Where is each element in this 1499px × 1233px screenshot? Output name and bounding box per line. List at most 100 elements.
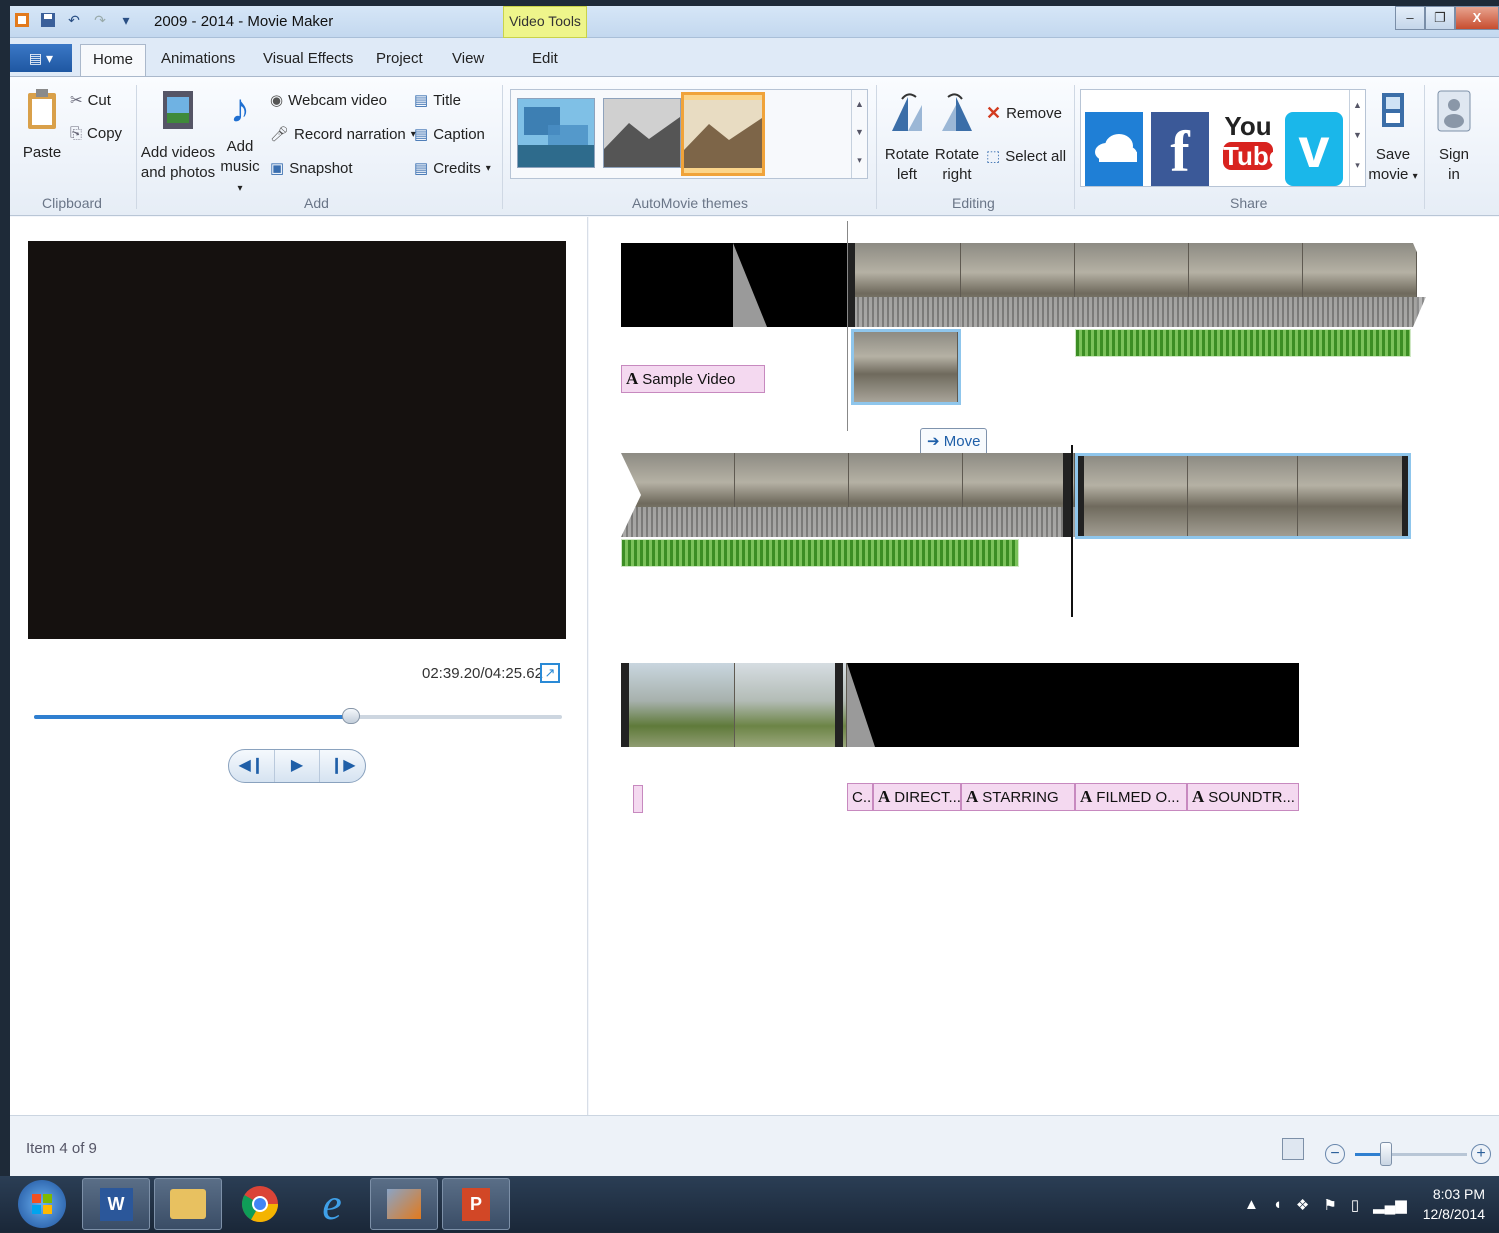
title-button[interactable]: ▤ Title bbox=[414, 91, 461, 110]
video-preview[interactable] bbox=[28, 241, 566, 639]
credits-caption-5[interactable]: A SOUNDTR... bbox=[1187, 783, 1299, 811]
taskbar-powerpoint[interactable]: P bbox=[442, 1178, 510, 1230]
seek-thumb[interactable] bbox=[341, 708, 360, 724]
drop-indicator bbox=[847, 221, 848, 431]
undo-icon[interactable]: ↶ bbox=[66, 12, 82, 28]
cut-button[interactable]: ✂ Cut bbox=[70, 91, 111, 110]
save-movie-button[interactable]: Save movie ▾ bbox=[1368, 89, 1418, 187]
taskbar-ie[interactable]: e bbox=[298, 1178, 366, 1230]
credits-icon: ▤ bbox=[414, 160, 429, 177]
onedrive-button[interactable] bbox=[1085, 112, 1143, 186]
theme-sepia[interactable] bbox=[681, 92, 765, 176]
youtube-tube-text: Tube bbox=[1223, 141, 1284, 171]
theme-black-white[interactable] bbox=[603, 98, 681, 168]
battery-icon[interactable]: ▯ bbox=[1351, 1196, 1359, 1214]
dropdown-arrow-icon: ▾ bbox=[485, 162, 491, 174]
select-all-label: Select all bbox=[1005, 147, 1067, 165]
ribbon: Paste ✂ Cut ⎘ Copy Clipboard Add videos … bbox=[10, 76, 1499, 216]
caption-marker[interactable] bbox=[633, 785, 643, 813]
caption-text: Sample Video bbox=[642, 370, 736, 388]
video-clip-3[interactable] bbox=[621, 663, 847, 747]
taskbar-movie-maker[interactable] bbox=[370, 1178, 438, 1230]
rotate-left-button[interactable]: Rotate left bbox=[884, 89, 930, 185]
fullscreen-icon[interactable]: ↗ bbox=[540, 663, 560, 683]
music-track-1[interactable] bbox=[1075, 329, 1411, 357]
speaker-icon[interactable]: ◖ bbox=[1273, 1196, 1282, 1214]
clock-time: 8:03 PM bbox=[1432, 1186, 1485, 1202]
network-signal-icon[interactable]: ▂▄▆ bbox=[1373, 1196, 1407, 1214]
sign-in-button[interactable]: Sign in bbox=[1432, 89, 1476, 185]
seek-bar[interactable] bbox=[34, 708, 562, 724]
rotate-right-button[interactable]: Rotate right bbox=[932, 89, 982, 185]
dragged-clip[interactable] bbox=[851, 329, 961, 405]
video-clip-2[interactable] bbox=[621, 453, 1075, 537]
credits-clip[interactable] bbox=[847, 663, 1299, 747]
move-arrow-icon: ➔ bbox=[927, 433, 940, 450]
zoom-out-icon[interactable]: − bbox=[1325, 1144, 1345, 1164]
taskbar-word[interactable]: W bbox=[82, 1178, 150, 1230]
tab-view[interactable]: View bbox=[452, 50, 484, 67]
maximize-button[interactable]: ❐ bbox=[1425, 6, 1455, 30]
remove-button[interactable]: ✕ Remove bbox=[986, 103, 1062, 124]
credits-caption-3[interactable]: A STARRING bbox=[961, 783, 1075, 811]
play-icon[interactable]: ▶ bbox=[275, 750, 321, 782]
action-center-flag-icon[interactable]: ⚑ bbox=[1323, 1196, 1336, 1214]
credits-caption-4[interactable]: A FILMED O... bbox=[1075, 783, 1187, 811]
tab-home[interactable]: Home bbox=[80, 44, 147, 77]
separator bbox=[1074, 85, 1075, 209]
redo-icon[interactable]: ↷ bbox=[92, 12, 108, 28]
zoom-slider[interactable]: − + bbox=[1325, 1142, 1491, 1166]
taskbar-chrome[interactable] bbox=[226, 1178, 294, 1230]
tab-project[interactable]: Project bbox=[376, 50, 423, 67]
facebook-button[interactable]: f bbox=[1151, 112, 1209, 186]
tab-visual-effects[interactable]: Visual Effects bbox=[263, 50, 353, 67]
vimeo-button[interactable]: v bbox=[1285, 112, 1343, 186]
youtube-button[interactable]: You Tube bbox=[1219, 112, 1284, 186]
tab-animations[interactable]: Animations bbox=[161, 50, 235, 67]
rotate-left-icon bbox=[884, 89, 930, 139]
caption-sample-video[interactable]: A Sample Video bbox=[621, 365, 765, 393]
gallery-scroll[interactable]: ▲ ▼ ▾ bbox=[851, 90, 867, 178]
select-all-button[interactable]: ⬚ Select all bbox=[986, 147, 1067, 166]
paste-button[interactable]: Paste bbox=[22, 87, 62, 163]
minimize-button[interactable]: – bbox=[1395, 6, 1425, 30]
show-hidden-icons[interactable]: ▲ bbox=[1244, 1196, 1259, 1214]
copy-button[interactable]: ⎘ Copy bbox=[70, 125, 122, 142]
credits-button[interactable]: ▤ Credits ▾ bbox=[414, 159, 491, 178]
zoom-in-icon[interactable]: + bbox=[1471, 1144, 1491, 1164]
music-track-2[interactable] bbox=[621, 539, 1019, 567]
close-button[interactable]: X bbox=[1455, 6, 1499, 30]
title-clip[interactable] bbox=[621, 243, 847, 327]
video-clip-1[interactable] bbox=[847, 243, 1431, 327]
dropbox-icon[interactable]: ❖ bbox=[1296, 1196, 1309, 1214]
snapshot-button[interactable]: ▣ Snapshot bbox=[270, 159, 353, 178]
credits-caption-1[interactable]: C... bbox=[847, 783, 873, 811]
save-icon[interactable] bbox=[40, 12, 56, 28]
caption-button[interactable]: ▤ Caption bbox=[414, 125, 485, 144]
window-title: 2009 - 2014 - Movie Maker bbox=[154, 13, 334, 30]
separator bbox=[1424, 85, 1425, 209]
storyboard-view-icon[interactable] bbox=[1282, 1138, 1304, 1160]
clock[interactable]: 8:03 PM 12/8/2014 bbox=[1423, 1184, 1485, 1224]
webcam-video-button[interactable]: ◉ Webcam video bbox=[270, 91, 387, 110]
record-narration-button[interactable]: 🎤︎ Record narration ▾ bbox=[270, 125, 416, 144]
customize-toolbar-icon[interactable]: ▾ bbox=[118, 12, 134, 28]
share-scroll[interactable]: ▲ ▼ ▾ bbox=[1349, 90, 1365, 186]
share-group-label: Share bbox=[1230, 195, 1268, 211]
rotate-left-label-2: left bbox=[896, 166, 917, 183]
seek-progress bbox=[34, 715, 351, 719]
zoom-thumb[interactable] bbox=[1380, 1142, 1393, 1166]
start-button[interactable] bbox=[18, 1180, 66, 1228]
theme-contemporary[interactable] bbox=[517, 98, 595, 168]
add-videos-photos-button[interactable]: Add videos and photos bbox=[140, 87, 216, 183]
credits-caption-2[interactable]: A DIRECT... bbox=[873, 783, 961, 811]
tab-edit[interactable]: Edit bbox=[532, 50, 558, 67]
copy-label: Copy bbox=[87, 125, 123, 142]
add-music-button[interactable]: ♪ Add music ▾ bbox=[216, 87, 264, 199]
app-menu-button[interactable]: ▤ ▾ bbox=[10, 44, 72, 72]
selected-video-clip[interactable] bbox=[1075, 453, 1411, 539]
playhead[interactable] bbox=[1071, 445, 1073, 617]
taskbar-explorer[interactable] bbox=[154, 1178, 222, 1230]
next-frame-icon[interactable]: ❙▶ bbox=[320, 750, 365, 782]
previous-frame-icon[interactable]: ◀❙ bbox=[229, 750, 275, 782]
